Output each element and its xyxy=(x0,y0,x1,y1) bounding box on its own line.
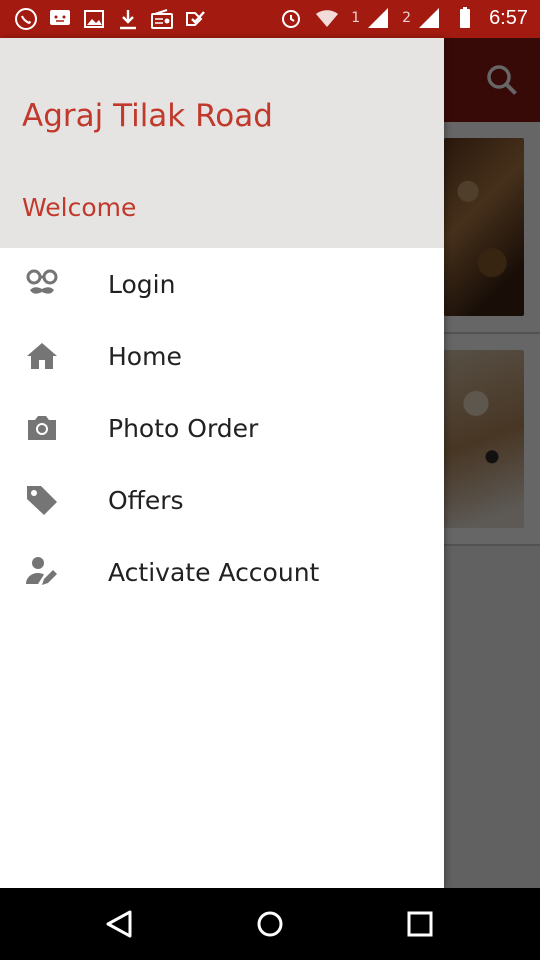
menu-item-home[interactable]: Home xyxy=(0,320,444,392)
menu-item-label: Photo Order xyxy=(108,413,259,443)
navigation-drawer: Agraj Tilak Road Welcome Login Home Phot… xyxy=(0,38,444,888)
drawer-menu: Login Home Photo Order Offers Activate A… xyxy=(0,248,444,608)
system-nav-bar xyxy=(0,888,540,960)
glasses-mustache-icon xyxy=(24,266,60,302)
signal-icon xyxy=(366,6,390,30)
menu-item-label: Activate Account xyxy=(108,557,320,587)
drawer-header: Agraj Tilak Road Welcome xyxy=(0,38,444,248)
person-edit-icon xyxy=(24,554,60,590)
menu-item-photo-order[interactable]: Photo Order xyxy=(0,392,444,464)
sim2-label: 2 xyxy=(402,10,412,26)
welcome-text: Welcome xyxy=(22,193,137,222)
check-icon xyxy=(184,7,208,31)
download-icon xyxy=(116,7,140,31)
sim1-label: 1 xyxy=(351,10,361,26)
radio-icon xyxy=(150,7,174,31)
notification-icons xyxy=(14,7,208,31)
menu-item-label: Offers xyxy=(108,485,184,515)
alarm-icon xyxy=(279,6,303,30)
gallery-icon xyxy=(82,7,106,31)
camera-icon xyxy=(24,410,60,446)
menu-item-label: Home xyxy=(108,341,182,371)
menu-item-offers[interactable]: Offers xyxy=(0,464,444,536)
signal-icon xyxy=(417,6,441,30)
wifi-icon xyxy=(315,6,339,30)
home-nav-icon[interactable] xyxy=(250,904,290,944)
tag-icon xyxy=(24,482,60,518)
status-bar: 1 2 6:57 xyxy=(0,0,540,38)
menu-item-activate-account[interactable]: Activate Account xyxy=(0,536,444,608)
clock: 6:57 xyxy=(489,6,528,29)
battery-icon xyxy=(453,6,477,30)
recents-icon[interactable] xyxy=(400,904,440,944)
message-icon xyxy=(48,7,72,31)
system-icons: 1 2 6:57 xyxy=(279,6,528,30)
whatsapp-icon xyxy=(14,7,38,31)
store-name: Agraj Tilak Road xyxy=(22,98,273,134)
menu-item-label: Login xyxy=(108,269,176,299)
home-icon xyxy=(24,338,60,374)
back-icon[interactable] xyxy=(100,904,140,944)
menu-item-login[interactable]: Login xyxy=(0,248,444,320)
